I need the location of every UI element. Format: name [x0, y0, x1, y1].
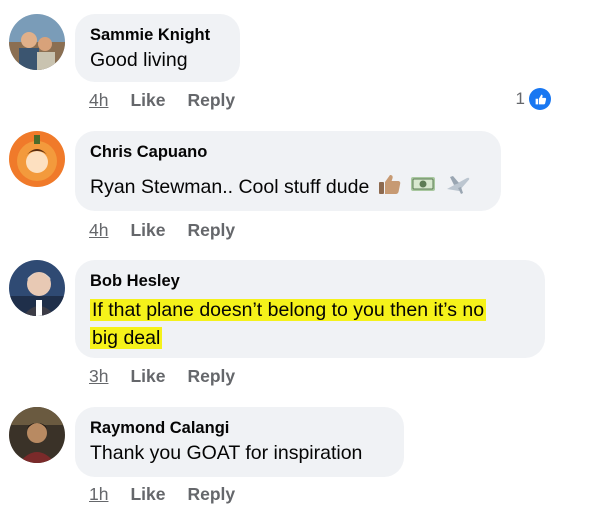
comment-bubble: Bob Hesley If that plane doesn’t belong …	[75, 260, 545, 358]
comment-actions: 4h Like Reply	[89, 89, 235, 111]
airplane-icon	[445, 173, 471, 203]
avatar[interactable]	[9, 407, 65, 463]
comment-bubble: Sammie Knight Good living	[75, 14, 240, 82]
reaction-count-number: 1	[515, 89, 525, 108]
highlighted-text-line-1: If that plane doesn’t belong to you then…	[90, 299, 487, 321]
avatar[interactable]	[9, 14, 65, 70]
reply-button[interactable]: Reply	[188, 483, 236, 505]
comment-author[interactable]: Raymond Calangi	[90, 417, 388, 439]
avatar[interactable]	[9, 131, 65, 187]
comment-time[interactable]: 4h	[89, 89, 108, 111]
comment-author[interactable]: Chris Capuano	[90, 141, 485, 163]
comment-bubble: Raymond Calangi Thank you GOAT for inspi…	[75, 407, 404, 477]
comment-text-line: Ryan Stewman.. Cool stuff dude	[90, 173, 485, 203]
reply-button[interactable]: Reply	[188, 365, 236, 387]
comment-time[interactable]: 4h	[89, 219, 108, 241]
money-bag-icon	[410, 174, 436, 202]
comment-text: Thank you GOAT for inspiration	[90, 442, 363, 464]
like-button[interactable]: Like	[130, 483, 165, 505]
comment-text: big deal	[90, 324, 529, 352]
comment-text: Good living	[90, 49, 188, 71]
reply-button[interactable]: Reply	[188, 219, 236, 241]
comment-author[interactable]: Sammie Knight	[90, 24, 224, 46]
thumbs-up-icon	[378, 173, 402, 203]
highlighted-text-line-2: big deal	[90, 327, 163, 349]
comment-author[interactable]: Bob Hesley	[90, 270, 529, 292]
comment-actions: 4h Like Reply	[89, 219, 235, 241]
like-reaction-icon	[529, 88, 551, 110]
avatar[interactable]	[9, 260, 65, 316]
comment-time[interactable]: 1h	[89, 483, 108, 505]
like-button[interactable]: Like	[130, 365, 165, 387]
comment-text: Ryan Stewman.. Cool stuff dude	[90, 176, 370, 199]
reaction-count[interactable]: 1	[516, 88, 551, 110]
comment-actions: 1h Like Reply	[89, 483, 235, 505]
comment-actions: 3h Like Reply	[89, 365, 235, 387]
comment-text: If that plane doesn’t belong to you then…	[90, 296, 529, 324]
comment-bubble: Chris Capuano Ryan Stewman.. Cool stuff …	[75, 131, 501, 211]
like-button[interactable]: Like	[130, 219, 165, 241]
like-button[interactable]: Like	[130, 89, 165, 111]
comment-time[interactable]: 3h	[89, 365, 108, 387]
reply-button[interactable]: Reply	[188, 89, 236, 111]
